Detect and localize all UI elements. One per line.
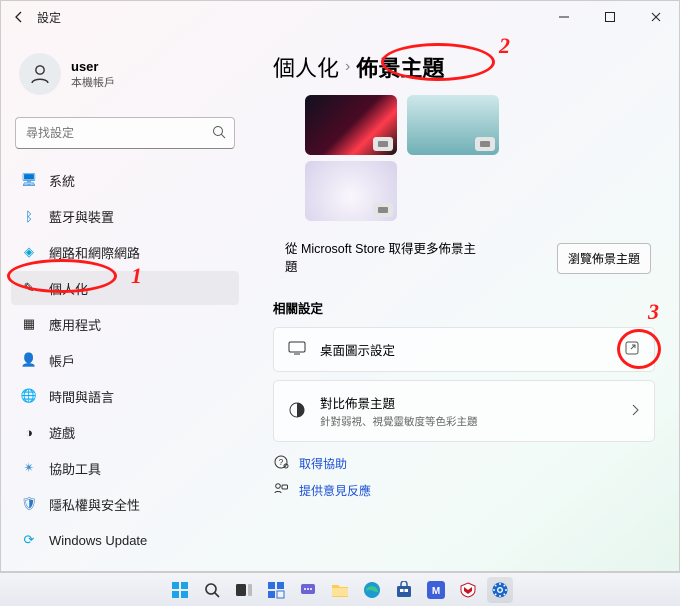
breadcrumb-sep: ›: [345, 58, 350, 76]
account-subtitle: 本機帳戶: [71, 74, 115, 90]
account-name: user: [71, 59, 115, 74]
globe-icon: 🌐: [21, 388, 37, 404]
browse-themes-button[interactable]: 瀏覽佈景主題: [557, 243, 651, 274]
apps-icon: ▦: [21, 316, 37, 332]
nav-label: 藍牙與裝置: [49, 207, 114, 226]
feedback-icon: [273, 481, 289, 500]
nav-privacy[interactable]: 🛡 隱私權與安全性: [11, 487, 239, 521]
card-subtitle: 針對弱視、視覺靈敏度等色彩主題: [320, 414, 478, 429]
mcafee-icon[interactable]: [455, 577, 481, 603]
svg-text:?: ?: [279, 458, 284, 467]
link-label: 提供意見反應: [299, 482, 371, 499]
maximize-button[interactable]: [587, 1, 633, 33]
minimize-button[interactable]: [541, 1, 587, 33]
back-button[interactable]: [11, 9, 27, 25]
nav-personalization[interactable]: ✎ 個人化: [11, 271, 239, 305]
nav-label: 遊戲: [49, 423, 75, 442]
nav-list: 🖥 系統 ᛒ 藍牙與裝置 ◈ 網路和網際網路 ✎ 個人化 ▦ 應用程式 👤 帳戶 🌐 時間與語…: [11, 163, 239, 557]
card-title: 對比佈景主題: [320, 393, 478, 412]
close-button[interactable]: [633, 1, 679, 33]
nav-label: 網路和網際網路: [49, 243, 140, 262]
accessibility-icon: ✴: [21, 460, 37, 476]
help-icon: ?: [273, 454, 289, 473]
nav-label: 時間與語言: [49, 387, 114, 406]
nav-accounts[interactable]: 👤 帳戶: [11, 343, 239, 377]
game-icon: ◑: [21, 424, 37, 440]
nav-label: 協助工具: [49, 459, 101, 478]
theme-tile[interactable]: [407, 95, 499, 155]
nav-label: 應用程式: [49, 315, 101, 334]
person-icon: 👤: [21, 352, 37, 368]
feedback-link[interactable]: 提供意見反應: [273, 481, 655, 500]
theme-tile[interactable]: [305, 161, 397, 221]
shield-icon: 🛡: [21, 496, 37, 512]
search-icon: [211, 124, 227, 145]
taskbar-search-icon[interactable]: [199, 577, 225, 603]
nav-label: 個人化: [49, 279, 88, 298]
breadcrumb-leaf: 佈景主題: [356, 51, 444, 83]
annotation-number-2: 2: [499, 33, 510, 59]
get-more-themes-text: 從 Microsoft Store 取得更多佈景主題: [285, 241, 485, 276]
edge-icon[interactable]: [359, 577, 385, 603]
link-label: 取得協助: [299, 455, 347, 472]
update-icon: ⟳: [21, 532, 37, 548]
open-external-icon[interactable]: [624, 340, 640, 359]
app-icon-generic[interactable]: M: [423, 577, 449, 603]
nav-time-language[interactable]: 🌐 時間與語言: [11, 379, 239, 413]
theme-mode-icon: [373, 203, 393, 217]
avatar: [19, 53, 61, 95]
theme-mode-icon: [373, 137, 393, 151]
store-icon[interactable]: [391, 577, 417, 603]
breadcrumb-root[interactable]: 個人化: [273, 51, 339, 83]
nav-apps[interactable]: ▦ 應用程式: [11, 307, 239, 341]
nav-network[interactable]: ◈ 網路和網際網路: [11, 235, 239, 269]
brush-icon: ✎: [21, 280, 37, 296]
desktop-icon-settings-card[interactable]: 桌面圖示設定: [273, 327, 655, 372]
card-title: 桌面圖示設定: [320, 340, 395, 359]
svg-text:M: M: [432, 586, 440, 597]
settings-icon[interactable]: [487, 577, 513, 603]
nav-bluetooth[interactable]: ᛒ 藍牙與裝置: [11, 199, 239, 233]
chat-icon[interactable]: [295, 577, 321, 603]
search-input[interactable]: [15, 117, 235, 149]
get-help-link[interactable]: ? 取得協助: [273, 454, 655, 473]
contrast-icon: [288, 401, 306, 422]
nav-label: 系統: [49, 171, 75, 190]
nav-label: Windows Update: [49, 533, 147, 548]
theme-tile[interactable]: [305, 95, 397, 155]
system-icon: 🖥: [21, 172, 37, 188]
nav-accessibility[interactable]: ✴ 協助工具: [11, 451, 239, 485]
window-title: 設定: [37, 9, 61, 26]
nav-label: 帳戶: [49, 351, 75, 370]
bluetooth-icon: ᛒ: [21, 208, 37, 224]
related-settings-heading: 相關設定: [273, 298, 655, 317]
monitor-icon: [288, 341, 306, 358]
taskbar: M: [0, 572, 680, 606]
start-button[interactable]: [167, 577, 193, 603]
chevron-right-icon: [630, 403, 640, 420]
theme-mode-icon: [475, 137, 495, 151]
nav-label: 隱私權與安全性: [49, 495, 140, 514]
nav-gaming[interactable]: ◑ 遊戲: [11, 415, 239, 449]
nav-system[interactable]: 🖥 系統: [11, 163, 239, 197]
contrast-themes-card[interactable]: 對比佈景主題 針對弱視、視覺靈敏度等色彩主題: [273, 380, 655, 442]
nav-windows-update[interactable]: ⟳ Windows Update: [11, 523, 239, 557]
file-explorer-icon[interactable]: [327, 577, 353, 603]
task-view-icon[interactable]: [231, 577, 257, 603]
account-block[interactable]: user 本機帳戶: [11, 41, 239, 107]
wifi-icon: ◈: [21, 244, 37, 260]
widgets-icon[interactable]: [263, 577, 289, 603]
